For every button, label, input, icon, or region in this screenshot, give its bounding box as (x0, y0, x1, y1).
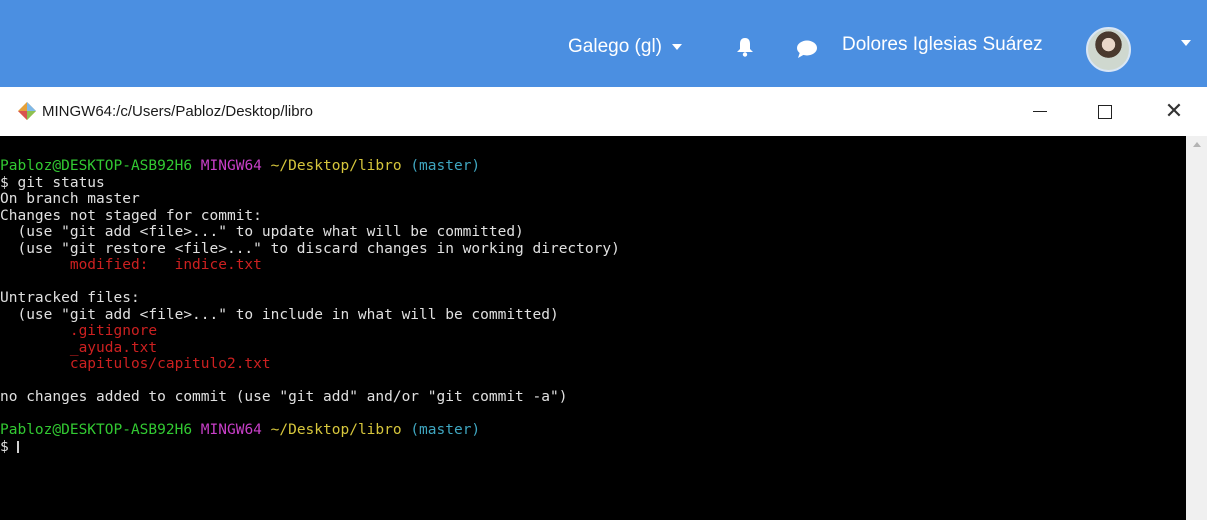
prompt-line: Pabloz@DESKTOP-ASB92H6 MINGW64 ~/Desktop… (0, 158, 1207, 175)
prompt-env: MINGW64 (200, 158, 262, 174)
maximize-button[interactable] (1077, 87, 1133, 136)
untracked-file-line: _ayuda.txt (0, 339, 158, 356)
prompt-line: Pabloz@DESKTOP-ASB92H6 MINGW64 ~/Desktop… (0, 422, 1207, 439)
bell-icon[interactable] (736, 37, 754, 57)
untracked-file-line: capitulos/capitulo2.txt (0, 356, 271, 372)
output-line: (use "git add <file>..." to update what … (0, 224, 524, 240)
output-line: On branch master (0, 191, 140, 207)
window-title: MINGW64:/c/Users/Pabloz/Desktop/libro (42, 103, 313, 120)
avatar[interactable] (1086, 27, 1131, 72)
prompt-env: MINGW64 (200, 422, 262, 438)
maximize-icon (1098, 104, 1112, 119)
close-button[interactable]: ✕ (1146, 87, 1202, 136)
language-label: Galego (gl) (568, 36, 662, 57)
top-app-bar: Galego (gl) Dolores Iglesias Suárez (0, 0, 1207, 87)
input-line[interactable]: $ (0, 439, 1207, 456)
text-cursor (17, 440, 20, 453)
minimize-button[interactable] (1012, 87, 1068, 136)
chat-icon[interactable] (795, 39, 819, 59)
language-selector[interactable]: Galego (gl) (568, 36, 682, 58)
scroll-up-icon[interactable] (1193, 142, 1201, 147)
modified-file-line: modified: indice.txt (0, 257, 262, 273)
output-line: Untracked files: (0, 290, 140, 306)
output-line: (use "git add <file>..." to include in w… (0, 306, 559, 323)
output-line: no changes added to commit (use "git add… (0, 389, 568, 405)
prompt-symbol: $ (0, 438, 18, 455)
untracked-file-line: .gitignore (0, 323, 158, 339)
vertical-scrollbar[interactable] (1186, 136, 1207, 520)
prompt-branch: (master) (410, 158, 481, 174)
minimize-icon (1033, 111, 1047, 112)
command-line: $ git status (0, 174, 105, 191)
user-name[interactable]: Dolores Iglesias Suárez (842, 34, 1043, 56)
prompt-path: ~/Desktop/libro (270, 158, 402, 174)
terminal-output[interactable]: Pabloz@DESKTOP-ASB92H6 MINGW64 ~/Desktop… (0, 136, 1207, 520)
prompt-branch: (master) (410, 422, 481, 438)
prompt-user-host: Pabloz@DESKTOP-ASB92H6 (0, 158, 193, 174)
output-line: Changes not staged for commit: (0, 207, 262, 224)
close-icon: ✕ (1164, 98, 1184, 124)
prompt-user-host: Pabloz@DESKTOP-ASB92H6 (0, 422, 193, 438)
window-titlebar: MINGW64:/c/Users/Pabloz/Desktop/libro ✕ (0, 87, 1207, 136)
chevron-down-icon[interactable] (1181, 40, 1191, 46)
chevron-down-icon (672, 44, 682, 50)
prompt-path: ~/Desktop/libro (270, 422, 402, 438)
git-bash-icon (18, 102, 36, 120)
output-line: (use "git restore <file>..." to discard … (0, 240, 620, 257)
